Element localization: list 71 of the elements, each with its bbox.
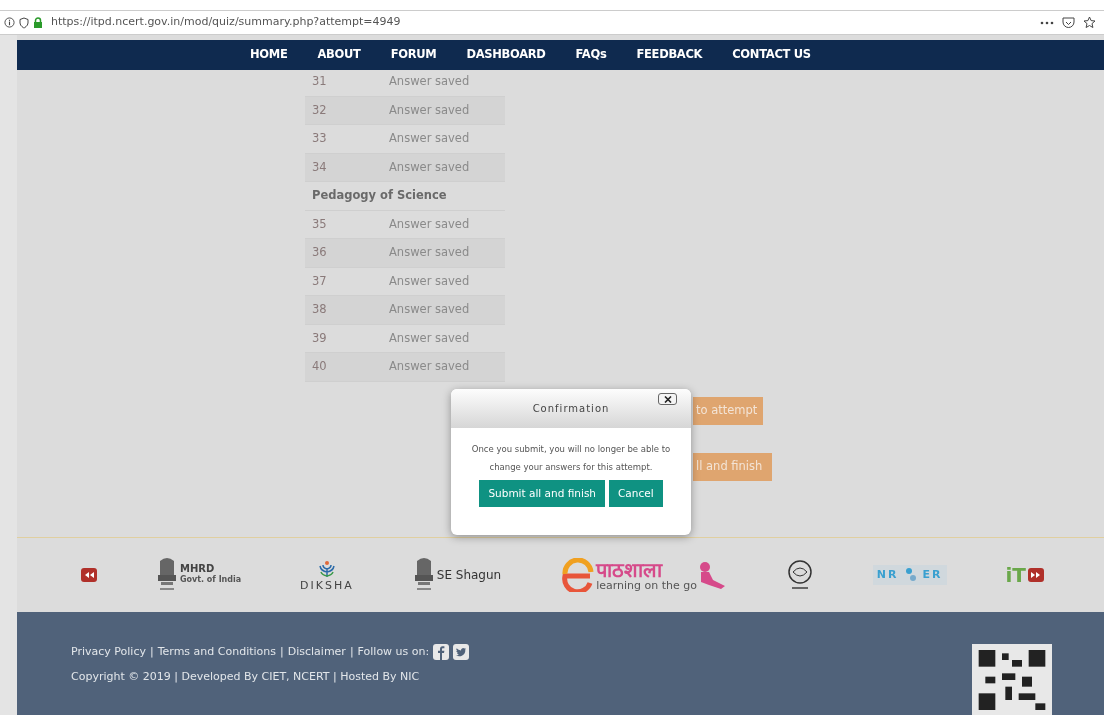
footer-link[interactable]: Disclaimer	[287, 644, 346, 661]
question-number: 34	[311, 158, 328, 176]
double-right-arrow-icon	[1031, 572, 1041, 578]
double-left-arrow-icon	[84, 572, 94, 578]
submit-button[interactable]: Submit all and finish	[479, 480, 605, 507]
section-heading: Pedagogy of Science	[311, 187, 447, 205]
answer-status: Answer saved	[389, 329, 470, 347]
answer-status: Answer saved	[389, 73, 470, 91]
separator-text: |	[280, 644, 284, 660]
address-bar[interactable]: https://itpd.ncert.gov.in/mod/quiz/summary.php?attempt=4949	[0, 10, 1104, 35]
lock-icon	[33, 16, 43, 29]
nav-link[interactable]: FORUM	[375, 46, 452, 64]
logo-text: learning on the go	[596, 579, 697, 591]
dots-icon	[904, 567, 917, 583]
answer-status: Answer saved	[389, 130, 470, 148]
mhrd-logo[interactable]: MHRD Govt. of India	[155, 557, 242, 593]
nav-link[interactable]: DASHBOARD	[451, 46, 561, 64]
answer-status: Answer saved	[389, 158, 470, 176]
footer-link[interactable]: Privacy Policy	[71, 644, 146, 661]
follow-label: Follow us on:	[357, 644, 430, 660]
epathshala-logo[interactable]: पाठशाला learning on the go	[560, 558, 727, 592]
question-number: 33	[311, 130, 328, 148]
answer-status: Answer saved	[389, 101, 470, 119]
logo-text: NR	[876, 566, 899, 583]
shield-icon	[19, 16, 29, 29]
star-icon[interactable]	[1083, 16, 1096, 29]
nav-link[interactable]: ABOUT	[302, 46, 376, 64]
answer-status: Answer saved	[389, 301, 470, 319]
logo-text: पाठशाला	[596, 559, 663, 580]
answer-status: Answer saved	[389, 358, 470, 376]
nav-link[interactable]: FEEDBACK	[621, 46, 718, 64]
diksha-logo[interactable]: DIKSHA	[300, 559, 354, 591]
qr-code-icon	[972, 644, 1052, 715]
cancel-button[interactable]: Cancel	[609, 480, 663, 507]
logo-text: ER	[922, 566, 943, 583]
nav-link[interactable]: HOME	[235, 46, 303, 64]
nav-link[interactable]: FAQs	[560, 46, 622, 64]
previous-arrow-button[interactable]	[81, 568, 97, 582]
facebook-icon[interactable]	[433, 644, 450, 661]
next-arrow-button[interactable]	[1027, 568, 1044, 582]
separator-text: |	[149, 644, 154, 660]
shagun-logo[interactable]: SE Shagun	[412, 557, 502, 593]
dialog-title: Confirmation	[532, 402, 610, 416]
twitter-icon[interactable]	[453, 644, 470, 661]
question-number: 31	[311, 73, 328, 91]
question-number: 32	[311, 101, 328, 119]
footer-link[interactable]: Terms and Conditions	[157, 644, 276, 661]
answer-status: Answer saved	[389, 244, 470, 262]
question-number: 38	[311, 301, 328, 319]
sprout-icon	[317, 559, 336, 578]
question-number: 37	[311, 272, 328, 290]
question-number: 36	[311, 244, 328, 262]
info-icon	[4, 17, 15, 28]
copyright-text: Copyright © 2019 | Developed By CIET, NCERT | Hosted By NIC	[71, 668, 421, 685]
separator-text: |	[349, 644, 354, 660]
question-number: 40	[311, 358, 328, 376]
more-icon[interactable]	[1040, 20, 1054, 25]
url-text: https://itpd.ncert.gov.in/mod/quiz/summary.php?attempt=4949	[51, 14, 401, 31]
question-number: 35	[311, 215, 328, 233]
answer-status: Answer saved	[389, 215, 470, 233]
answer-status: Answer saved	[389, 272, 470, 290]
close-icon	[663, 395, 672, 403]
nav-link[interactable]: CONTACT US	[717, 46, 826, 64]
dialog-message: Once you submit, you will no longer be able to change your answers for this attempt.	[470, 443, 672, 474]
pocket-icon[interactable]	[1062, 16, 1075, 29]
logo-text: SE Shagun	[436, 567, 502, 584]
logo-text: Govt. of India	[179, 574, 242, 586]
close-button[interactable]	[658, 393, 677, 405]
question-number: 39	[311, 329, 328, 347]
logo-text: DIKSHA	[300, 579, 354, 591]
logo-text: MHRD	[179, 564, 216, 574]
